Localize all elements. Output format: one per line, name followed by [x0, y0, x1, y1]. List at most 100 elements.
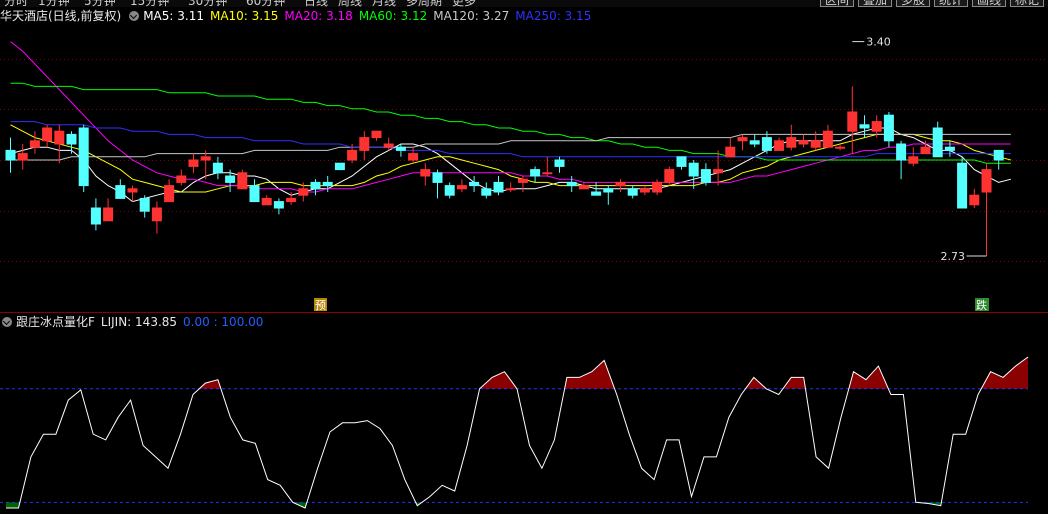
candle-up: [847, 111, 858, 132]
top-menu-item[interactable]: 月线: [372, 0, 396, 7]
candle-down: [493, 181, 504, 193]
candle-down: [554, 159, 565, 167]
candle-down: [591, 191, 602, 196]
candle-down: [432, 172, 443, 183]
candle-down: [993, 149, 1004, 161]
candle-down: [78, 127, 89, 187]
candle-up: [981, 169, 992, 193]
candle-down: [603, 188, 614, 193]
candle-down: [957, 162, 968, 209]
overbought-fill: [199, 379, 221, 389]
top-right-button-label: 区间: [825, 0, 850, 7]
top-right-button-label: 多股: [901, 0, 926, 7]
candle-up: [578, 185, 589, 190]
candle-up: [505, 188, 516, 191]
candle-down: [688, 162, 699, 177]
candle-up: [517, 178, 528, 183]
candle-down: [5, 149, 16, 161]
candle-down: [469, 181, 480, 187]
candle-up: [371, 130, 382, 139]
top-menu-item[interactable]: 多周期: [406, 0, 442, 7]
top-menu-item[interactable]: 日线: [304, 0, 328, 7]
top-right-button[interactable]: 标记: [1010, 0, 1044, 7]
top-menu-item[interactable]: 30分钟: [188, 0, 227, 7]
candlestick-chart[interactable]: 3.40 2.73 预 跌: [0, 8, 1048, 312]
top-right-button[interactable]: 区间: [820, 0, 854, 7]
top-right-button[interactable]: 统计: [934, 0, 968, 7]
candle-up: [786, 137, 797, 148]
candle-up: [652, 181, 663, 193]
candle-up: [639, 188, 650, 193]
pane-separator[interactable]: [0, 312, 1048, 313]
candle-up: [29, 140, 40, 148]
top-menu-item[interactable]: 15分钟: [130, 0, 169, 7]
indicator-header: 跟庄冰点量化F LIJIN: 143.85 0.00 : 100.00: [0, 314, 269, 330]
top-menu-item[interactable]: 60分钟: [246, 0, 285, 7]
candle-up: [347, 149, 358, 161]
candle-down: [444, 185, 455, 196]
candle-down: [310, 181, 321, 190]
candle-down: [566, 181, 577, 187]
top-right-button-label: 标记: [1015, 0, 1040, 7]
candle-up: [188, 159, 199, 167]
candle-down: [700, 169, 711, 183]
top-menu-item[interactable]: 1分钟: [38, 0, 70, 7]
candle-down: [90, 207, 101, 225]
candle-down: [859, 124, 870, 129]
candle-up: [798, 140, 809, 145]
top-right-button[interactable]: 多股: [896, 0, 930, 7]
candle-up: [908, 156, 919, 164]
candle-down: [761, 137, 772, 151]
candle-down: [139, 197, 150, 212]
candle-down: [530, 169, 541, 177]
overbought-fill: [782, 377, 806, 389]
candle-down: [883, 114, 894, 142]
candle-down: [896, 143, 907, 161]
candle-up: [298, 188, 309, 196]
candle-up: [200, 156, 211, 161]
candle-up: [969, 194, 980, 206]
candle-down: [212, 162, 223, 174]
candle-down: [749, 140, 760, 145]
top-menu-item[interactable]: 周线: [338, 0, 362, 7]
candle-up: [835, 146, 846, 149]
top-menu-bar: 分时 1分钟 5分钟 15分钟 30分钟 60分钟 日线 周线 月线 多周期 更多 区间 叠加 多股 统计 画…: [0, 0, 1048, 7]
signal-yu-label: 预: [315, 299, 326, 312]
candle-up: [456, 185, 467, 190]
high-price-label: 3.40: [866, 36, 891, 49]
candle-up: [713, 169, 724, 174]
top-right-button-label: 叠加: [863, 0, 888, 7]
candle-up: [42, 127, 53, 142]
indicator-name: 跟庄冰点量化F: [16, 315, 95, 329]
candle-up: [420, 169, 431, 177]
candle-up: [176, 175, 187, 183]
top-menu-item[interactable]: 5分钟: [84, 0, 116, 7]
oversold-fill: [6, 502, 20, 508]
candle-up: [286, 197, 297, 203]
top-right-button[interactable]: 画线: [972, 0, 1006, 7]
candle-up: [822, 130, 833, 148]
candle-down: [676, 156, 687, 167]
overbought-fill: [564, 360, 615, 389]
candle-up: [664, 169, 675, 183]
candle-up: [151, 207, 162, 222]
candle-down: [944, 146, 955, 151]
candle-down: [322, 181, 333, 187]
indicator-value: LIJIN: 143.85: [100, 315, 178, 329]
top-menu-item[interactable]: 分时: [4, 0, 28, 7]
candle-up: [542, 172, 553, 175]
candle-up: [164, 185, 175, 203]
indicator-chart[interactable]: [0, 330, 1048, 512]
candle-up: [103, 207, 114, 222]
top-menu-item[interactable]: 更多: [452, 0, 476, 7]
top-right-button-label: 画线: [977, 0, 1002, 7]
candle-up: [920, 146, 931, 155]
candle-up: [774, 140, 785, 151]
candle-up: [359, 137, 370, 151]
candle-down: [334, 162, 345, 171]
indicator-settings-icon[interactable]: [2, 317, 12, 327]
candle-up: [383, 143, 394, 148]
ma-line-ma20: [10, 41, 1011, 193]
top-right-button[interactable]: 叠加: [858, 0, 892, 7]
candle-up: [54, 130, 65, 145]
